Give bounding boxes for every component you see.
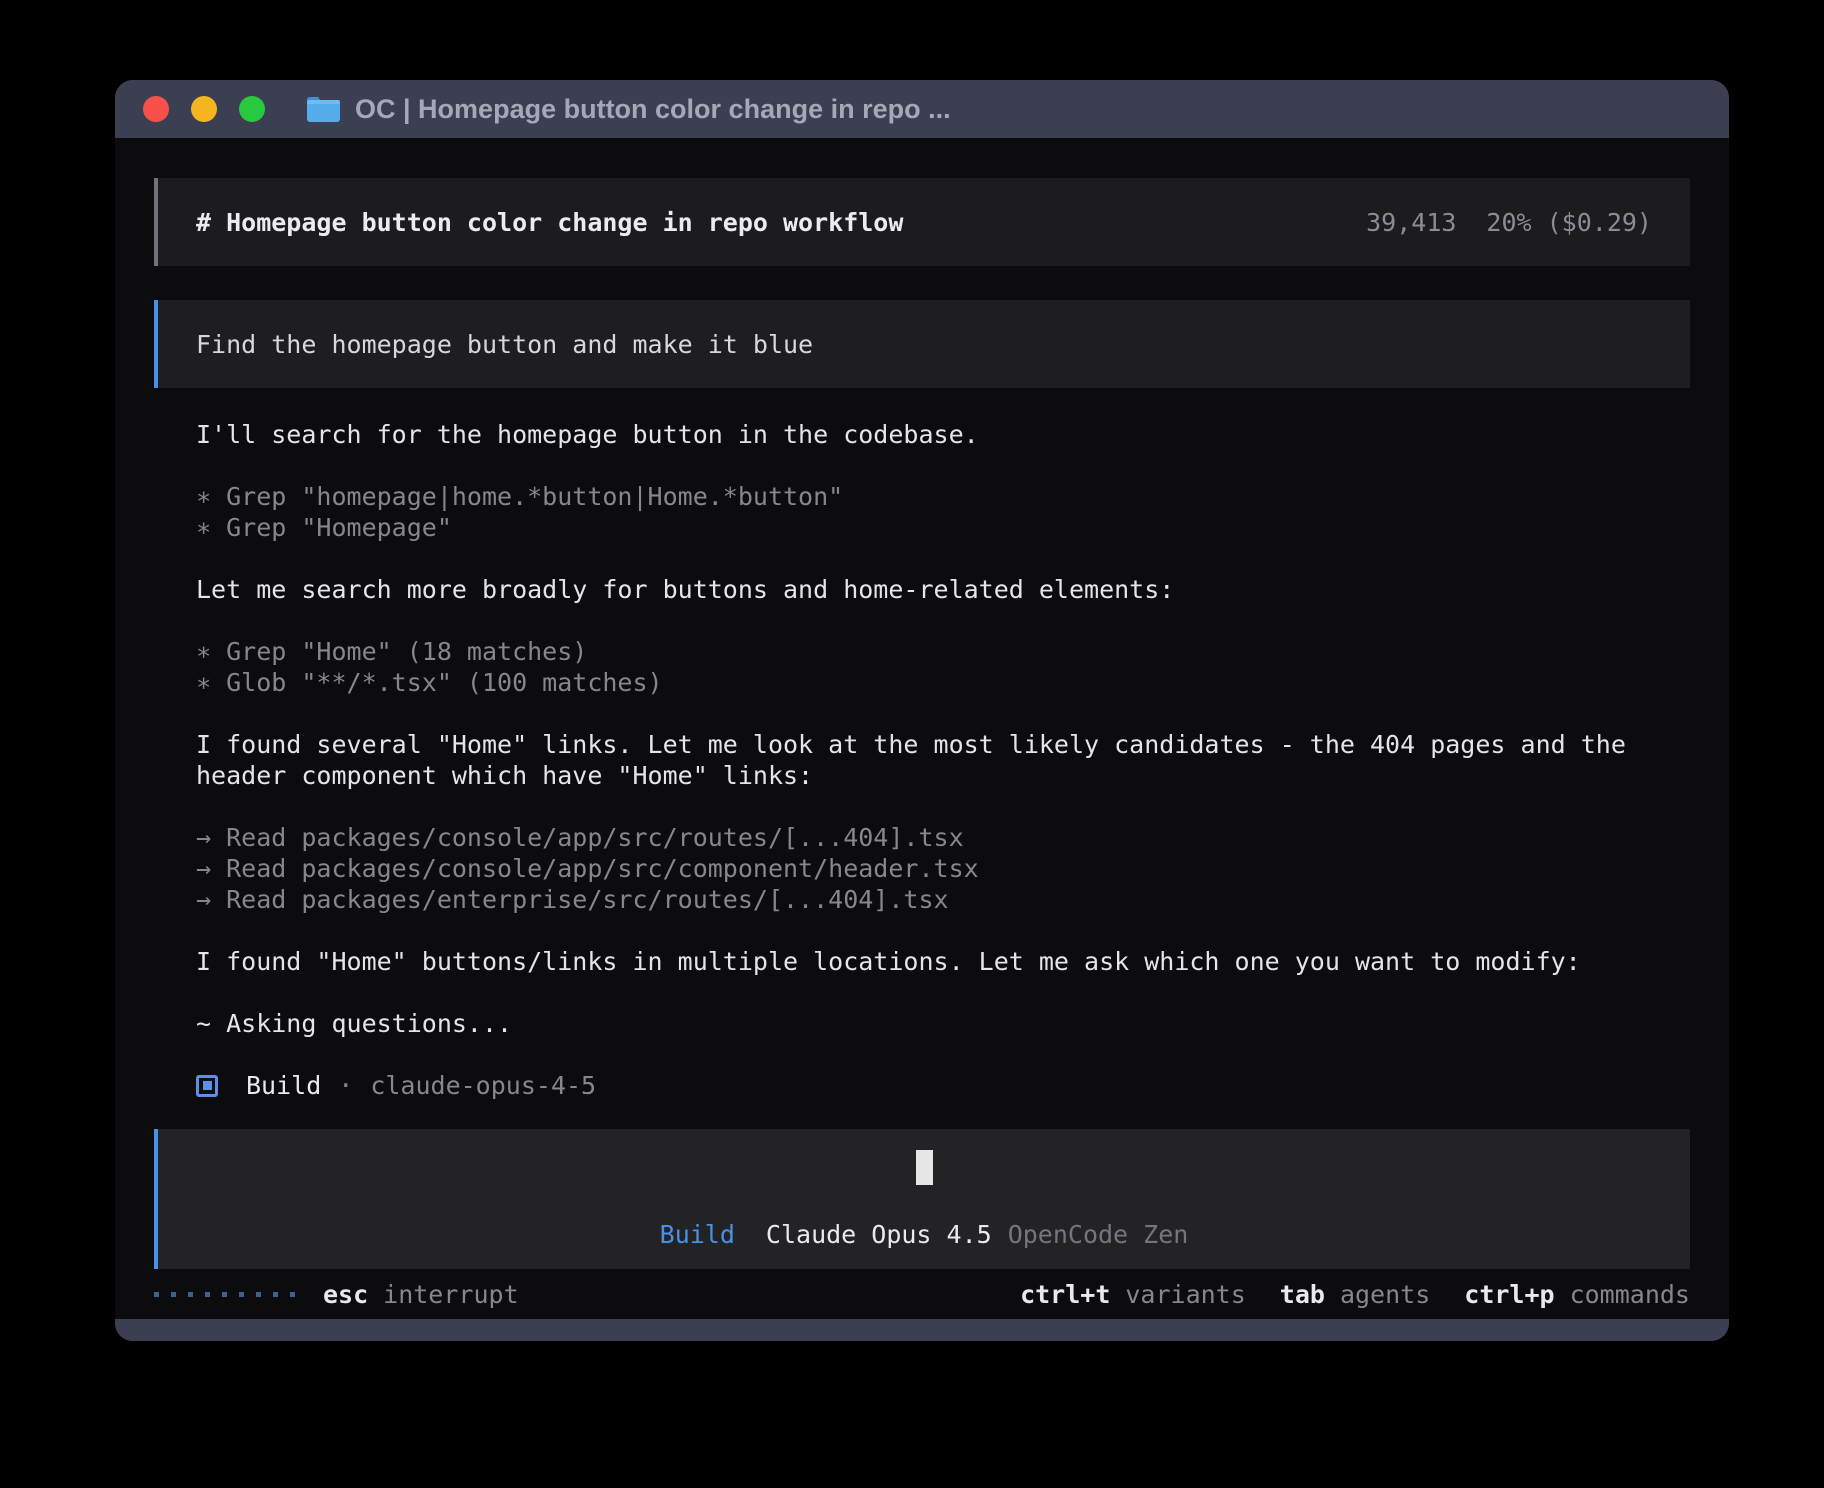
- title-group: OC | Homepage button color change in rep…: [305, 94, 951, 125]
- agent-name: Build: [246, 1070, 321, 1101]
- assistant-text-block: I found several "Home" links. Let me loo…: [196, 729, 1690, 791]
- window-title: OC | Homepage button color change in rep…: [355, 94, 951, 125]
- tool-call-line: → Read packages/console/app/src/routes/[…: [196, 822, 1690, 853]
- user-message-text: Find the homepage button and make it blu…: [196, 330, 813, 359]
- assistant-conversation: I'll search for the homepage button in t…: [196, 419, 1690, 1070]
- spinner-dot: [256, 1292, 261, 1297]
- provider-label: OpenCode Zen: [1008, 1220, 1189, 1249]
- spinner-dot: [239, 1292, 244, 1297]
- assistant-text-block: I'll search for the homepage button in t…: [196, 419, 1690, 450]
- spinner-dot: [154, 1292, 159, 1297]
- tool-call-line: ∗ Grep "Homepage": [196, 512, 1690, 543]
- assistant-text-block: Let me search more broadly for buttons a…: [196, 574, 1690, 605]
- spinner-dot: [171, 1292, 176, 1297]
- shortcut-agents[interactable]: tab agents: [1280, 1280, 1430, 1309]
- maximize-button[interactable]: [239, 96, 265, 122]
- assistant-text-line: I'll search for the homepage button in t…: [196, 419, 1690, 450]
- status-bar: esc interrupt ctrl+tvariantstabagentsctr…: [154, 1269, 1690, 1319]
- assistant-text-line: ~ Asking questions...: [196, 1008, 1690, 1039]
- session-title: # Homepage button color change in repo w…: [196, 208, 903, 237]
- tool-call-block: ∗ Grep "homepage|home.*button|Home.*butt…: [196, 481, 1690, 543]
- shortcut-label: variants: [1125, 1280, 1245, 1309]
- active-agent-label[interactable]: Build: [660, 1220, 735, 1249]
- shortcut-key: ctrl+p: [1464, 1280, 1554, 1309]
- spinner-dot: [188, 1292, 193, 1297]
- folder-icon: [305, 94, 342, 125]
- close-button[interactable]: [143, 96, 169, 122]
- tool-call-line: ∗ Grep "homepage|home.*button|Home.*butt…: [196, 481, 1690, 512]
- context-usage: 20% ($0.29): [1486, 208, 1652, 237]
- spinner-dot: [222, 1292, 227, 1297]
- text-cursor: [916, 1150, 933, 1185]
- window-titlebar[interactable]: OC | Homepage button color change in rep…: [115, 80, 1729, 138]
- window-bottom-edge: [115, 1319, 1729, 1341]
- model-status-row: Build Claude Opus 4.5 OpenCode Zen: [660, 1220, 1189, 1249]
- shortcut-commands[interactable]: ctrl+p commands: [1464, 1280, 1690, 1309]
- user-message: Find the homepage button and make it blu…: [154, 300, 1690, 388]
- tool-call-block: → Read packages/console/app/src/routes/[…: [196, 822, 1690, 915]
- spinner-dot: [273, 1292, 278, 1297]
- agent-build-icon: [196, 1075, 218, 1097]
- assistant-text-block: ~ Asking questions...: [196, 1008, 1690, 1039]
- shortcut-key: ctrl+t: [1020, 1280, 1110, 1309]
- tool-call-line: → Read packages/enterprise/src/routes/[.…: [196, 884, 1690, 915]
- shortcut-key: tab: [1280, 1280, 1325, 1309]
- tool-call-line: → Read packages/console/app/src/componen…: [196, 853, 1690, 884]
- shortcut-label: commands: [1570, 1280, 1690, 1309]
- tool-call-line: ∗ Grep "Home" (18 matches): [196, 636, 1690, 667]
- spinner-dot: [205, 1292, 210, 1297]
- separator-dot: ·: [338, 1070, 353, 1101]
- assistant-text-line: I found "Home" buttons/links in multiple…: [196, 946, 1690, 977]
- assistant-text-line: header component which have "Home" links…: [196, 760, 1690, 791]
- shortcut-label: agents: [1340, 1280, 1430, 1309]
- esc-hint: interrupt: [383, 1280, 518, 1309]
- agent-model: claude-opus-4-5: [370, 1070, 596, 1101]
- terminal-content: # Homepage button color change in repo w…: [115, 138, 1729, 1319]
- agent-status-row: Build · claude-opus-4-5: [196, 1070, 1690, 1101]
- session-stats: 39,413 20% ($0.29): [1366, 208, 1652, 237]
- tool-call-block: ∗ Grep "Home" (18 matches)∗ Glob "**/*.t…: [196, 636, 1690, 698]
- assistant-text-line: Let me search more broadly for buttons a…: [196, 574, 1690, 605]
- status-bar-shortcuts: ctrl+t variants tab agents ctrl+p commands: [1020, 1280, 1690, 1309]
- minimize-button[interactable]: [191, 96, 217, 122]
- tool-call-line: ∗ Glob "**/*.tsx" (100 matches): [196, 667, 1690, 698]
- active-model-label[interactable]: Claude Opus 4.5: [766, 1220, 992, 1249]
- esc-key[interactable]: esc: [323, 1280, 368, 1309]
- assistant-text-line: I found several "Home" links. Let me loo…: [196, 729, 1690, 760]
- traffic-lights: [143, 96, 265, 122]
- terminal-window: OC | Homepage button color change in rep…: [115, 80, 1729, 1341]
- session-header: # Homepage button color change in repo w…: [154, 178, 1690, 266]
- spinner-dots-icon: [154, 1292, 295, 1297]
- token-count: 39,413: [1366, 208, 1456, 237]
- shortcut-variants[interactable]: ctrl+t variants: [1020, 1280, 1246, 1309]
- spinner-dot: [290, 1292, 295, 1297]
- assistant-text-block: I found "Home" buttons/links in multiple…: [196, 946, 1690, 977]
- prompt-input[interactable]: Build Claude Opus 4.5 OpenCode Zen: [154, 1129, 1690, 1269]
- status-bar-left: esc interrupt: [154, 1280, 519, 1309]
